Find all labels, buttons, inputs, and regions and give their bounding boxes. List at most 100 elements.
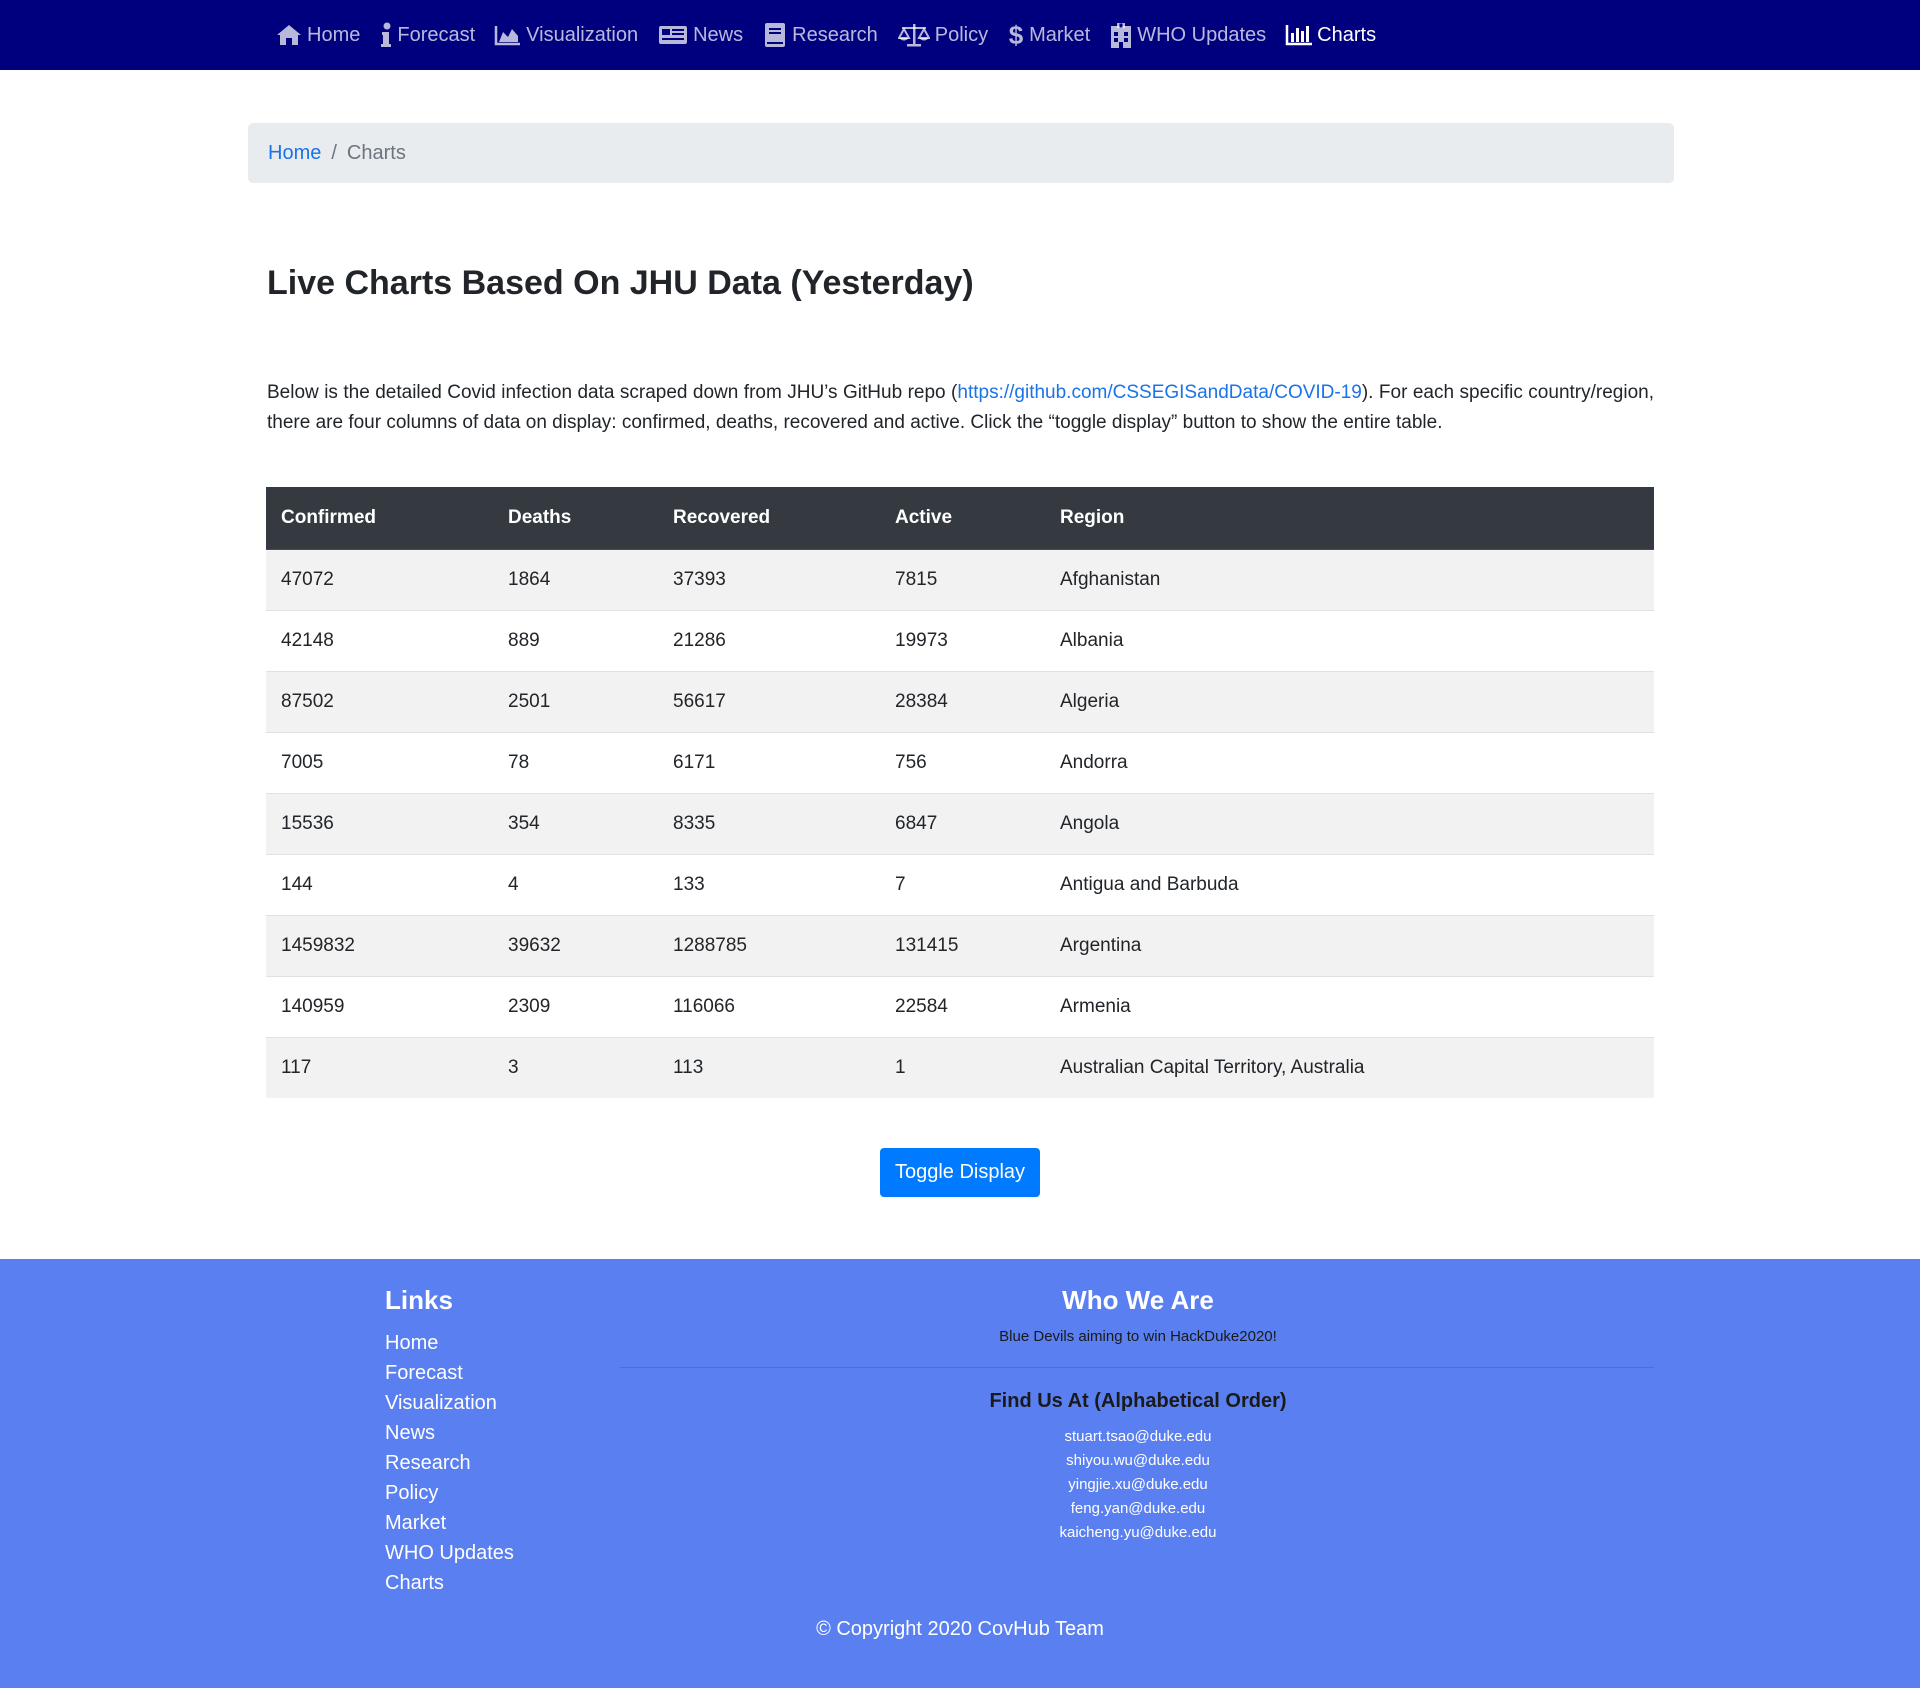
table-row: 42148 889 21286 19973 Albania [266, 609, 1654, 671]
cell-region: Angola [1045, 792, 1654, 854]
cell-confirmed: 87502 [266, 670, 493, 732]
footer-link-home[interactable]: Home [385, 1328, 514, 1358]
info-icon [379, 22, 393, 48]
nav-item-who-updates[interactable]: WHO Updates [1109, 22, 1266, 48]
nav-item-forecast[interactable]: Forecast [379, 22, 475, 48]
nav-label-market: Market [1029, 23, 1091, 46]
team-email[interactable]: yingjie.xu@duke.edu [988, 1473, 1288, 1497]
covid-data-table: Confirmed Deaths Recovered Active Region… [266, 487, 1654, 1098]
toggle-display-button[interactable]: Toggle Display [880, 1148, 1040, 1197]
cell-confirmed: 42148 [266, 609, 493, 671]
footer-link-news[interactable]: News [385, 1418, 514, 1448]
svg-text:$: $ [1009, 21, 1024, 49]
cell-active: 756 [880, 731, 1045, 793]
table-row: 47072 1864 37393 7815 Afghanistan [266, 548, 1654, 610]
table-row: 140959 2309 116066 22584 Armenia [266, 975, 1654, 1037]
cell-recovered: 116066 [658, 975, 880, 1037]
nav-item-visualization[interactable]: Visualization [494, 22, 638, 48]
area-chart-icon [494, 22, 522, 48]
nav-item-news[interactable]: News [657, 22, 743, 48]
cell-active: 1 [880, 1036, 1045, 1098]
table-row: 144 4 133 7 Antigua and Barbuda [266, 853, 1654, 915]
nav-label-home: Home [307, 23, 361, 46]
cell-active: 7815 [880, 548, 1045, 610]
cell-region: Afghanistan [1045, 548, 1654, 610]
nav-item-research[interactable]: Research [762, 22, 878, 48]
table-header-row: Confirmed Deaths Recovered Active Region [266, 487, 1654, 550]
cell-deaths: 354 [493, 792, 658, 854]
team-email[interactable]: kaicheng.yu@duke.edu [988, 1521, 1288, 1545]
cell-deaths: 1864 [493, 548, 658, 610]
nav-item-home[interactable]: Home [275, 22, 360, 48]
dollar-icon: $ [1007, 21, 1025, 49]
breadcrumb-home-link[interactable]: Home [268, 142, 321, 165]
nav-item-market[interactable]: $ Market [1007, 21, 1091, 49]
cell-recovered: 37393 [658, 548, 880, 610]
github-repo-link[interactable]: https://github.com/CSSEGISandData/COVID-… [957, 382, 1361, 403]
hospital-icon [1109, 22, 1133, 48]
cell-active: 22584 [880, 975, 1045, 1037]
cell-region: Australian Capital Territory, Australia [1045, 1036, 1654, 1098]
footer: Links Home Forecast Visualization News R… [0, 1259, 1920, 1688]
cell-recovered: 133 [658, 853, 880, 915]
cell-recovered: 8335 [658, 792, 880, 854]
team-email[interactable]: stuart.tsao@duke.edu [988, 1425, 1288, 1449]
cell-confirmed: 140959 [266, 975, 493, 1037]
table-row: 117 3 113 1 Australian Capital Territory… [266, 1036, 1654, 1098]
nav-label-who-updates: WHO Updates [1137, 23, 1267, 46]
breadcrumb-separator: / [331, 141, 337, 164]
table-row: 7005 78 6171 756 Andorra [266, 731, 1654, 793]
cell-region: Armenia [1045, 975, 1654, 1037]
find-us-title: Find Us At (Alphabetical Order) [989, 1390, 1287, 1412]
page-description: Below is the detailed Covid infection da… [267, 378, 1654, 438]
page-title: Live Charts Based On JHU Data (Yesterday… [267, 264, 974, 302]
cell-confirmed: 117 [266, 1036, 493, 1098]
team-email[interactable]: shiyou.wu@duke.edu [988, 1449, 1288, 1473]
cell-active: 19973 [880, 609, 1045, 671]
cell-active: 7 [880, 853, 1045, 915]
cell-active: 6847 [880, 792, 1045, 854]
header-region: Region [1045, 487, 1654, 550]
cell-confirmed: 15536 [266, 792, 493, 854]
cell-recovered: 56617 [658, 670, 880, 732]
table-row: 87502 2501 56617 28384 Algeria [266, 670, 1654, 732]
nav-item-charts[interactable]: Charts [1285, 22, 1376, 48]
copyright-text: © Copyright 2020 CovHub Team [816, 1618, 1104, 1640]
table-header: Confirmed Deaths Recovered Active Region [266, 487, 1654, 550]
footer-link-forecast[interactable]: Forecast [385, 1358, 514, 1388]
book-icon [762, 22, 788, 48]
team-email-list: stuart.tsao@duke.edu shiyou.wu@duke.edu … [988, 1425, 1288, 1545]
team-email[interactable]: feng.yan@duke.edu [988, 1497, 1288, 1521]
cell-deaths: 78 [493, 731, 658, 793]
footer-link-market[interactable]: Market [385, 1508, 514, 1538]
footer-link-charts[interactable]: Charts [385, 1568, 514, 1598]
table-row: 1459832 39632 1288785 131415 Argentina [266, 914, 1654, 976]
header-recovered: Recovered [658, 487, 880, 550]
header-confirmed: Confirmed [266, 487, 493, 550]
breadcrumb: Home / Charts [248, 123, 1674, 183]
cell-recovered: 1288785 [658, 914, 880, 976]
nav-label-research: Research [792, 23, 878, 46]
cell-region: Antigua and Barbuda [1045, 853, 1654, 915]
cell-region: Algeria [1045, 670, 1654, 732]
balance-scale-icon [897, 22, 931, 48]
nav-label-forecast: Forecast [397, 23, 476, 46]
cell-recovered: 21286 [658, 609, 880, 671]
footer-link-research[interactable]: Research [385, 1448, 514, 1478]
nav-label-policy: Policy [934, 23, 989, 46]
who-we-are-title: Who We Are [1062, 1285, 1214, 1315]
description-text-before: Below is the detailed Covid infection da… [267, 382, 958, 403]
cell-deaths: 4 [493, 853, 658, 915]
nav-label-visualization: Visualization [526, 23, 639, 46]
footer-link-who-updates[interactable]: WHO Updates [385, 1538, 514, 1568]
cell-confirmed: 7005 [266, 731, 493, 793]
home-icon [275, 22, 303, 48]
cell-region: Argentina [1045, 914, 1654, 976]
nav-item-policy[interactable]: Policy [897, 22, 988, 48]
newspaper-icon [657, 22, 689, 48]
footer-link-visualization[interactable]: Visualization [385, 1388, 514, 1418]
cell-region: Andorra [1045, 731, 1654, 793]
footer-link-policy[interactable]: Policy [385, 1478, 514, 1508]
nav-label-charts: Charts [1317, 23, 1377, 46]
breadcrumb-current: Charts [346, 141, 406, 164]
